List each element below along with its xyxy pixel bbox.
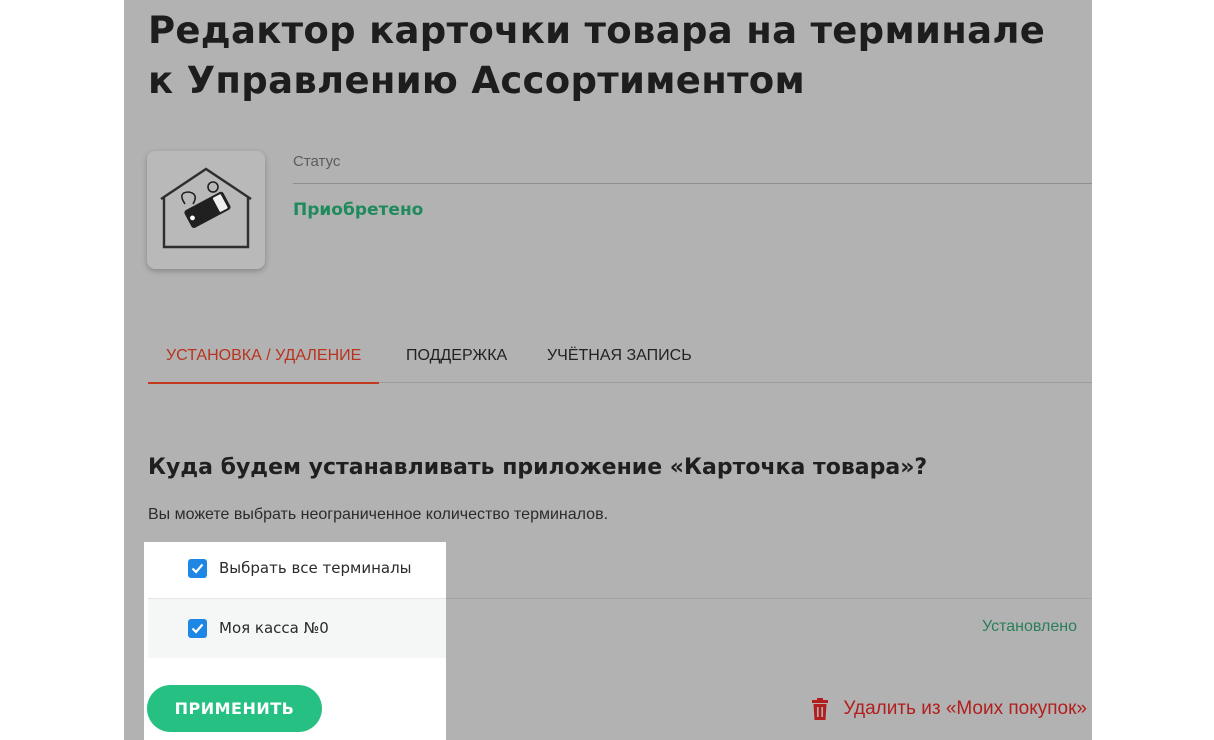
trash-icon xyxy=(812,698,829,720)
app-logo xyxy=(147,151,265,269)
tab-bar: Установка / Удаление Поддержка Учётная з… xyxy=(147,332,1092,384)
select-all-label: Выбрать все терминалы xyxy=(219,559,412,577)
select-all-checkbox[interactable] xyxy=(188,559,207,578)
terminal-install-status: Установлено xyxy=(982,618,1077,635)
install-hint: Вы можете выбрать неограниченное количес… xyxy=(148,506,609,523)
install-heading: Куда будем устанавливать приложение «Кар… xyxy=(148,455,928,480)
terminal-name: Моя касса №0 xyxy=(219,619,329,637)
house-price-tag-icon xyxy=(160,167,252,249)
apply-button[interactable]: ПРИМЕНИТЬ xyxy=(147,685,322,732)
remove-from-purchases-link[interactable]: Удалить из «Моих покупок» xyxy=(811,696,1087,722)
status-divider xyxy=(293,183,1092,184)
terminal-row[interactable]: Моя касса №0 xyxy=(148,598,446,658)
tab-account[interactable]: Учётная запись xyxy=(547,332,692,383)
page-title: Редактор карточки товара на терминале к … xyxy=(148,9,1046,102)
remove-label: Удалить из «Моих покупок» xyxy=(843,698,1087,719)
tab-support[interactable]: Поддержка xyxy=(406,332,507,383)
terminal-row-status: Установлено xyxy=(444,598,1092,658)
tab-install-remove[interactable]: Установка / Удаление xyxy=(147,332,380,384)
terminal-selection-panel: Выбрать все терминалы Моя касса №0 ПРИМЕ… xyxy=(144,542,446,740)
terminal-checkbox[interactable] xyxy=(188,619,207,638)
status-label: Статус xyxy=(293,153,341,170)
status-value: Приобретено xyxy=(293,200,424,220)
page-stage: Редактор карточки товара на терминале к … xyxy=(124,0,1092,740)
checkmark-icon xyxy=(191,563,204,574)
checkmark-icon xyxy=(191,623,204,634)
select-all-row[interactable]: Выбрать все терминалы xyxy=(148,542,446,598)
